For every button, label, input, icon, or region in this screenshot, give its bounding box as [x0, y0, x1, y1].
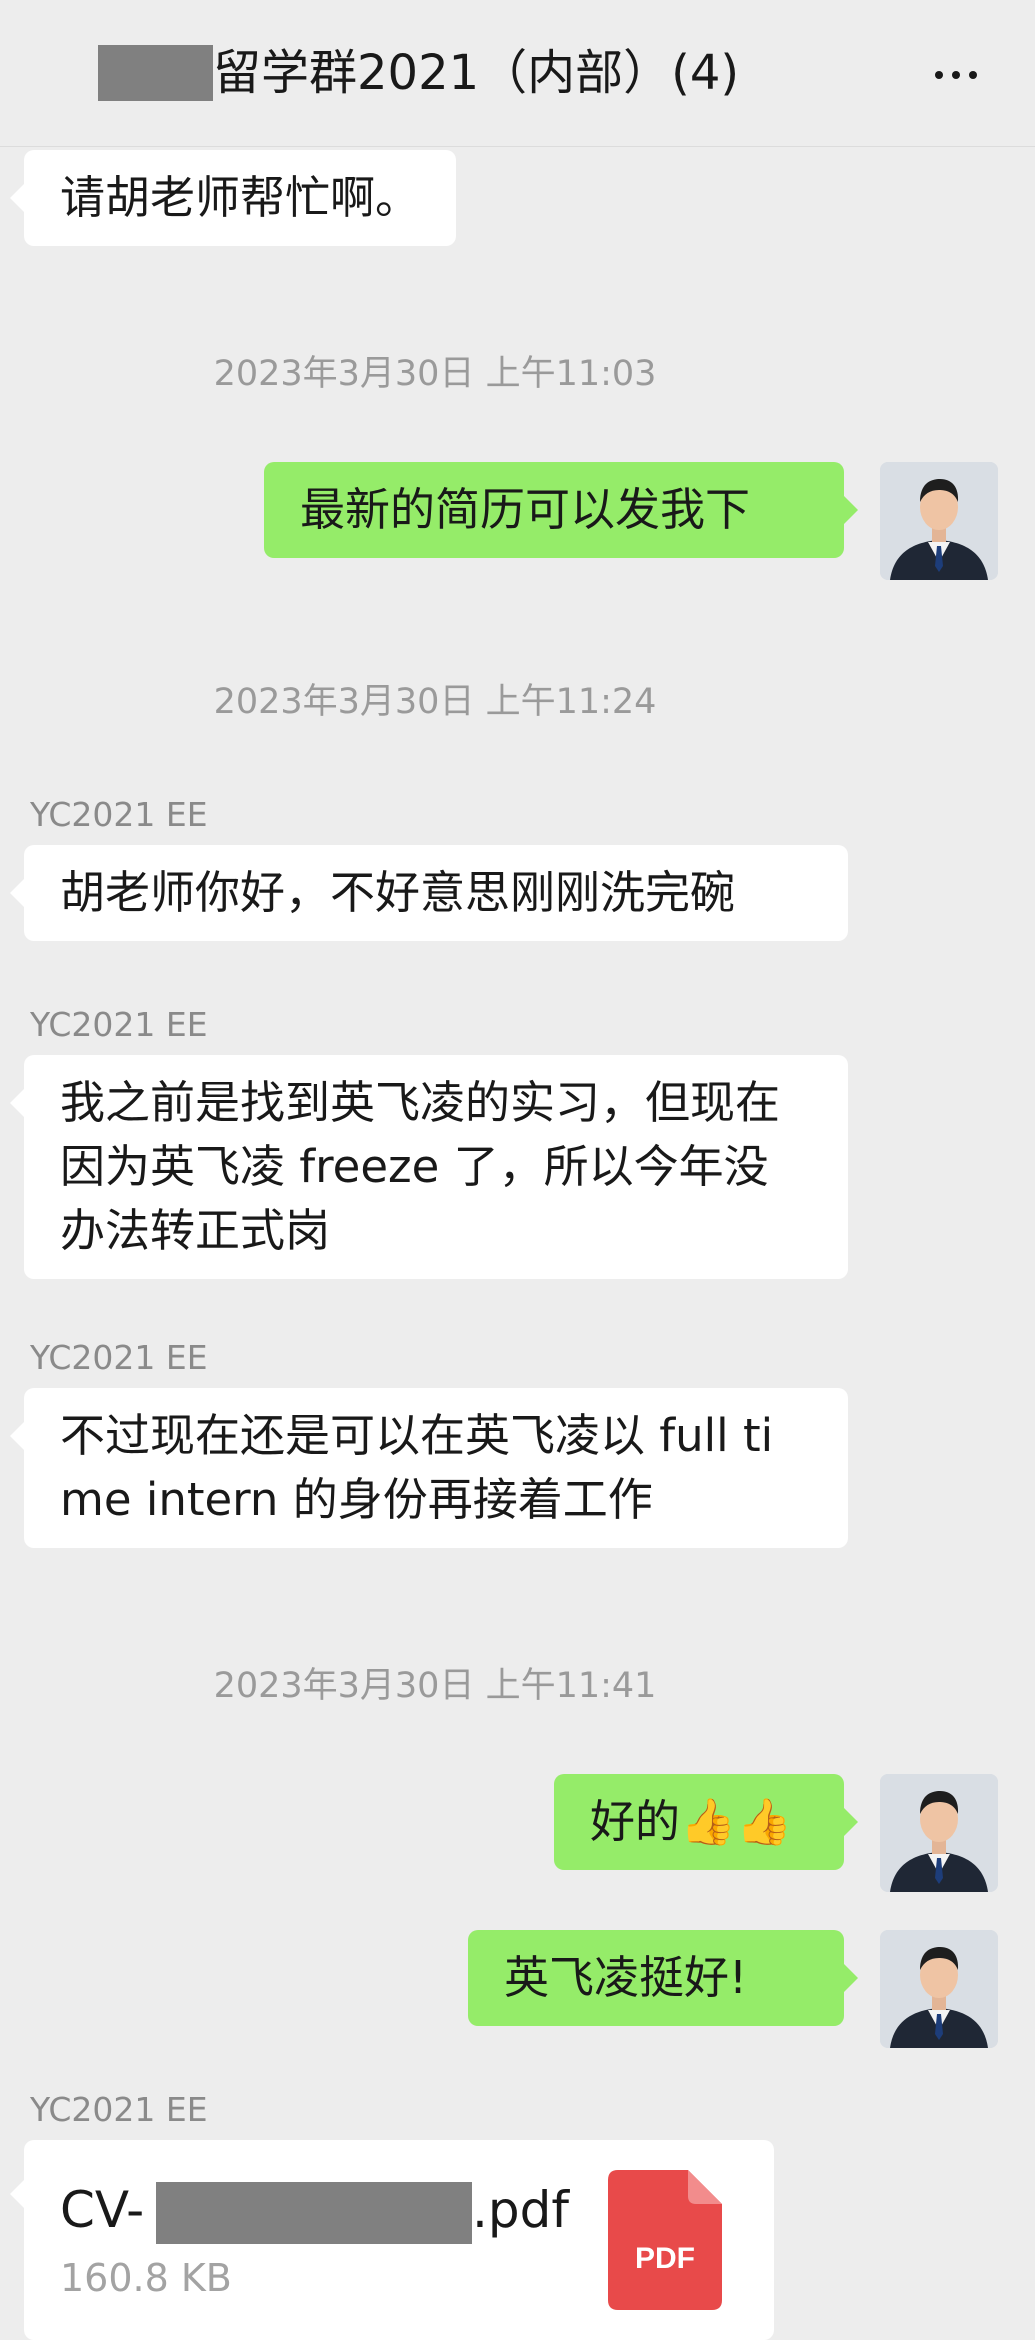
file-name-prefix: CV- — [60, 2181, 145, 2239]
sender-name: YC2021 EE — [30, 1005, 208, 1044]
sender-name: YC2021 EE — [30, 1338, 208, 1377]
incoming-message[interactable]: 请胡老师帮忙啊。 — [9, 150, 457, 246]
file-attachment[interactable]: CV- .pdf 160.8 KB PDF — [10, 2140, 774, 2340]
incoming-message[interactable]: 胡老师你好，不好意思刚刚洗完碗 — [10, 845, 848, 941]
person-icon — [880, 462, 998, 580]
redacted-title-block — [98, 45, 213, 101]
incoming-message[interactable]: 不过现在还是可以在英飞凌以 full time intern 的身份再接着工作 — [10, 1388, 848, 1548]
incoming-message[interactable]: 我之前是找到英飞凌的实习，但现在因为英飞凌 freeze 了，所以今年没办法转正… — [10, 1055, 848, 1279]
person-icon — [880, 1930, 998, 2048]
chat-title: 留学群2021（内部）(4) — [213, 45, 740, 101]
thumbs-up-icon: 👍👍 — [680, 1795, 793, 1848]
file-size: 160.8 KB — [60, 2256, 232, 2300]
outgoing-message[interactable]: 最新的简历可以发我下 — [264, 462, 858, 558]
redacted-file-name — [156, 2182, 472, 2244]
person-icon — [880, 1774, 998, 1892]
chat-header: 留学群2021（内部）(4) — [0, 0, 1035, 147]
sender-name: YC2021 EE — [30, 2090, 208, 2129]
file-name-extension: .pdf — [472, 2181, 569, 2239]
my-avatar[interactable] — [880, 1930, 998, 2048]
outgoing-message[interactable]: 好的👍👍 — [554, 1774, 858, 1870]
my-avatar[interactable] — [880, 1774, 998, 1892]
more-icon[interactable] — [935, 55, 977, 95]
timestamp: 2023年3月30日 上午11:41 — [213, 1666, 657, 1706]
timestamp: 2023年3月30日 上午11:03 — [213, 354, 657, 394]
pdf-file-icon: PDF — [608, 2170, 722, 2310]
outgoing-message[interactable]: 英飞凌挺好! — [468, 1930, 858, 2026]
message-text: 好的 — [590, 1795, 681, 1848]
my-avatar[interactable] — [880, 462, 998, 580]
pdf-label: PDF — [635, 2242, 695, 2275]
timestamp: 2023年3月30日 上午11:24 — [213, 682, 657, 722]
sender-name: YC2021 EE — [30, 795, 208, 834]
